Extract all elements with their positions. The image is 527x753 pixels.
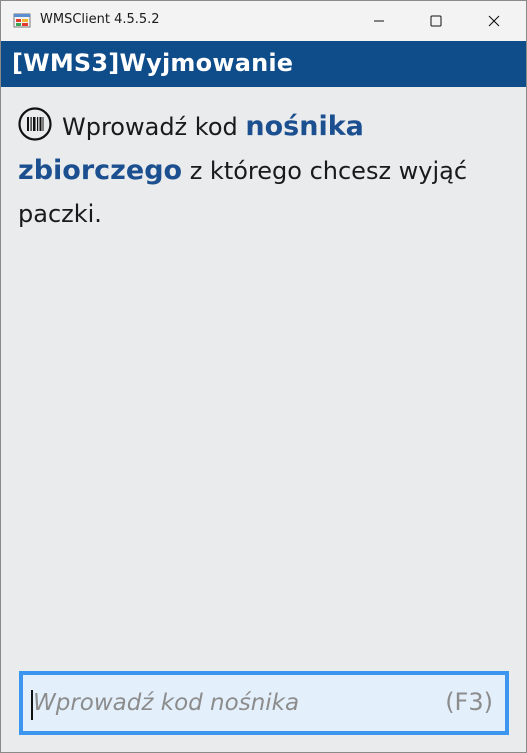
maximize-icon bbox=[430, 15, 442, 27]
app-window: WMSClient 4.5.5.2 [WMS3]Wyjmowanie Wprow… bbox=[0, 0, 527, 753]
instruction-text: Wprowadź kod nośnika zbiorczego z któreg… bbox=[18, 105, 488, 236]
carrier-code-field[interactable]: (F3) bbox=[19, 671, 509, 735]
carrier-code-input[interactable] bbox=[31, 683, 433, 723]
minimize-button[interactable] bbox=[356, 1, 402, 41]
main-content: Wprowadź kod nośnika zbiorczego z któreg… bbox=[1, 87, 526, 647]
screen-header: [WMS3]Wyjmowanie bbox=[1, 41, 526, 87]
text-caret bbox=[31, 690, 33, 720]
instruction-part-1: Wprowadź kod bbox=[62, 113, 246, 141]
window-title: WMSClient 4.5.5.2 bbox=[40, 12, 160, 27]
maximize-button[interactable] bbox=[413, 1, 459, 41]
title-bar[interactable]: WMSClient 4.5.5.2 bbox=[1, 1, 526, 41]
screen-title: [WMS3]Wyjmowanie bbox=[12, 49, 294, 77]
close-icon bbox=[488, 15, 500, 27]
minimize-icon bbox=[374, 20, 384, 22]
shortcut-hint: (F3) bbox=[445, 688, 493, 716]
app-window-icon bbox=[13, 13, 31, 28]
barcode-icon bbox=[18, 107, 52, 141]
close-button[interactable] bbox=[471, 1, 517, 41]
